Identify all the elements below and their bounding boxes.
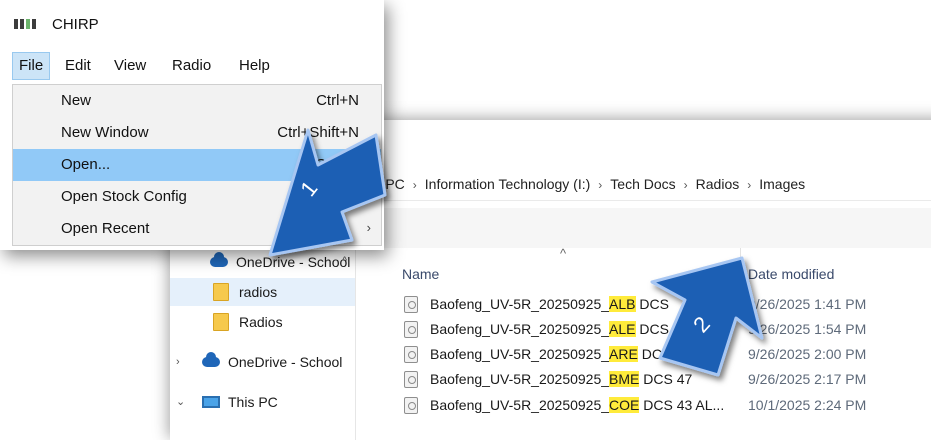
nav-item-label: OneDrive - School: [236, 254, 351, 270]
file-icon: [404, 371, 418, 388]
onedrive-cloud-icon: [210, 252, 228, 267]
breadcrumb-tech-docs[interactable]: Tech Docs: [610, 176, 675, 192]
submenu-chevron-right-icon: ›: [366, 188, 371, 203]
menu-item-label: New Window: [61, 124, 149, 141]
onedrive-cloud-icon: [202, 352, 220, 367]
file-row[interactable]: Baofeng_UV-5R_20250925_COE DCS 43 AL... …: [356, 393, 931, 417]
nav-item-radios-folder[interactable]: radios: [170, 278, 355, 306]
breadcrumb-images[interactable]: Images: [759, 176, 805, 192]
menu-edit[interactable]: Edit: [59, 52, 97, 80]
file-date: 9/26/2025 1:54 PM: [748, 321, 867, 337]
nav-item-label: This PC: [228, 394, 278, 410]
chirp-window: CHIRP File Edit View Radio Help New Ctrl…: [0, 0, 384, 250]
breadcrumb-chevron-icon: ›: [747, 178, 752, 192]
nav-item-this-pc[interactable]: ⌄ This PC: [170, 388, 355, 416]
file-icon: [404, 296, 418, 313]
chevron-down-icon[interactable]: ⌄: [176, 395, 185, 408]
chirp-titlebar: CHIRP: [0, 0, 384, 46]
file-date: 9/26/2025 2:00 PM: [748, 346, 867, 362]
menu-item-label: Open Recent: [61, 220, 150, 237]
column-header-date-modified[interactable]: Date modified: [748, 266, 834, 282]
file-icon: [404, 397, 418, 414]
menu-item-open[interactable]: Open... Ctrl+O: [13, 149, 381, 181]
menu-item-shortcut: Ctrl+N: [316, 92, 359, 109]
file-name: Baofeng_UV-5R_20250925_COE DCS 43 AL...: [430, 397, 725, 413]
column-divider[interactable]: [740, 248, 741, 292]
breadcrumb: This PC›Information Technology (I:)›Tech…: [355, 176, 805, 192]
breadcrumb-chevron-icon: ›: [412, 178, 417, 192]
file-row[interactable]: Baofeng_UV-5R_20250925_ARE DCS 32 9/26/2…: [356, 342, 931, 366]
menu-view[interactable]: View: [108, 52, 152, 80]
menu-item-new[interactable]: New Ctrl+N: [13, 85, 381, 117]
nav-item-radios-folder-2[interactable]: Radios: [170, 308, 355, 336]
menu-item-new-window[interactable]: New Window Ctrl+Shift+N: [13, 117, 381, 149]
column-header-name[interactable]: Name: [402, 266, 439, 282]
window-title: CHIRP: [52, 16, 99, 33]
folder-icon: [213, 313, 229, 331]
file-name: Baofeng_UV-5R_20250925_ARE DCS 32: [430, 346, 691, 362]
menu-item-label: New: [61, 92, 92, 109]
menu-item-open-recent[interactable]: Open Recent ›: [13, 213, 381, 245]
navigation-pane: OneDrive - School ^ radios Radios › OneD…: [170, 248, 356, 440]
file-row[interactable]: Baofeng_UV-5R_20250925_ALB DCS 9/26/2025…: [356, 292, 931, 316]
file-date: 9/26/2025 1:41 PM: [748, 296, 867, 312]
file-dropdown-menu: New Ctrl+N New Window Ctrl+Shift+N Open.…: [12, 84, 382, 246]
nav-item-onedrive-school[interactable]: OneDrive - School ^: [170, 248, 355, 276]
file-icon: [404, 346, 418, 363]
folder-icon: [213, 283, 229, 301]
menu-item-label: Open...: [61, 156, 111, 173]
menu-item-shortcut: Ctrl+O: [315, 156, 359, 173]
breadcrumb-information-technology[interactable]: Information Technology (I:): [425, 176, 591, 192]
menu-help[interactable]: Help: [233, 52, 276, 80]
sort-ascending-icon: ^: [560, 246, 567, 261]
nav-item-label: OneDrive - School: [228, 354, 343, 370]
menu-bar: File Edit View Radio Help: [0, 52, 384, 80]
file-name: Baofeng_UV-5R_20250925_ALE DCS 32: [430, 321, 689, 337]
file-icon: [404, 321, 418, 338]
chevron-up-icon[interactable]: ^: [342, 255, 347, 267]
breadcrumb-chevron-icon: ›: [598, 178, 603, 192]
pc-icon: [202, 396, 220, 408]
nav-item-label: radios: [239, 284, 278, 300]
chevron-right-icon[interactable]: ›: [176, 356, 180, 368]
submenu-chevron-right-icon: ›: [366, 220, 371, 235]
nav-item-label: Radios: [239, 314, 283, 330]
file-name: Baofeng_UV-5R_20250925_BME DCS 47: [430, 371, 693, 387]
file-list: ^ Name Date modified Baofeng_UV-5R_20250…: [356, 246, 931, 440]
menu-item-shortcut: Ctrl+Shift+N: [277, 124, 359, 141]
file-name: Baofeng_UV-5R_20250925_ALB DCS: [430, 296, 669, 312]
file-date: 10/1/2025 2:24 PM: [748, 397, 867, 413]
nav-item-onedrive-school-2[interactable]: › OneDrive - School: [170, 348, 355, 376]
menu-item-open-stock-config[interactable]: Open Stock Config ›: [13, 181, 381, 213]
breadcrumb-radios[interactable]: Radios: [696, 176, 740, 192]
menu-file[interactable]: File: [12, 52, 51, 80]
file-row[interactable]: Baofeng_UV-5R_20250925_ALE DCS 32 9/26/2…: [356, 317, 931, 341]
file-date: 9/26/2025 2:17 PM: [748, 371, 867, 387]
file-row[interactable]: Baofeng_UV-5R_20250925_BME DCS 47 9/26/2…: [356, 367, 931, 391]
breadcrumb-chevron-icon: ›: [683, 178, 688, 192]
chirp-app-icon: [14, 19, 40, 29]
menu-item-label: Open Stock Config: [61, 188, 187, 205]
menu-radio[interactable]: Radio: [166, 52, 217, 80]
